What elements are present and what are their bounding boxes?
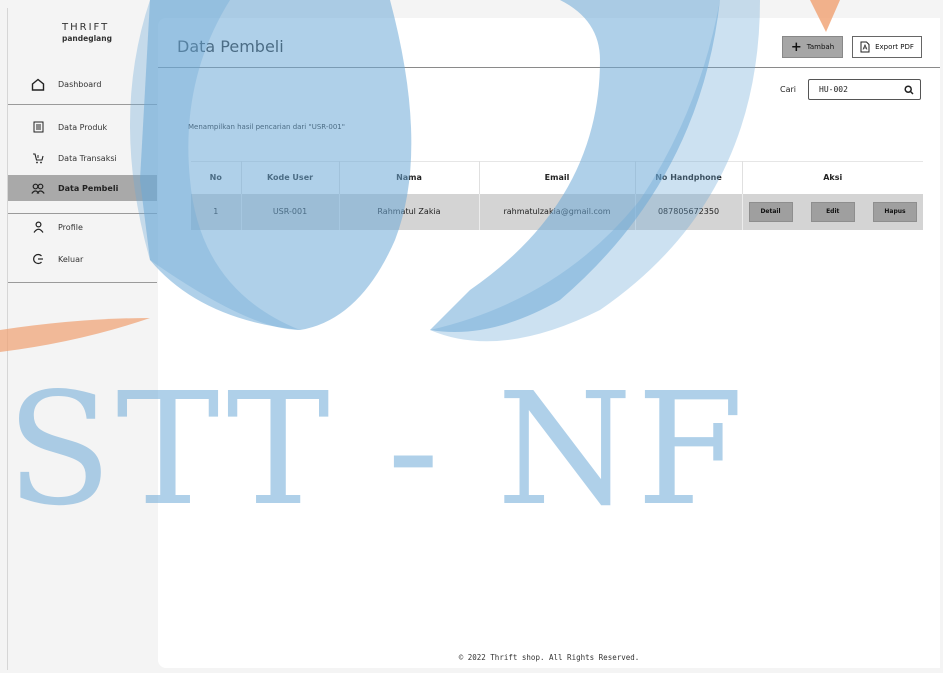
search-box[interactable] bbox=[808, 79, 921, 100]
add-button[interactable]: + Tambah bbox=[782, 36, 843, 58]
column-header: No bbox=[191, 161, 242, 194]
column-header: Email bbox=[479, 161, 636, 194]
search-result-text: Menampilkan hasil pencarian dari "USR-00… bbox=[188, 123, 345, 131]
detail-button[interactable]: Detail bbox=[748, 201, 793, 222]
sidebar-item-profile[interactable]: Profile bbox=[8, 214, 157, 240]
users-icon bbox=[26, 183, 50, 194]
column-header: Kode User bbox=[241, 161, 340, 194]
column-header: Aksi bbox=[742, 161, 923, 194]
cell-email: rahmatulzakia@gmail.com bbox=[479, 193, 636, 230]
table-header-row: No Kode User Nama Email No Handphone Aks… bbox=[191, 161, 923, 194]
home-icon bbox=[26, 78, 50, 91]
pdf-icon bbox=[860, 41, 870, 53]
title-divider bbox=[158, 67, 940, 68]
sidebar-item-data-pembeli[interactable]: Data Pembeli bbox=[8, 175, 157, 201]
main-panel: Data Pembeli + Tambah Export PDF Cari Me… bbox=[158, 18, 940, 668]
column-header: Nama bbox=[339, 161, 480, 194]
brand-name: THRIFT bbox=[62, 22, 110, 33]
sidebar-item-keluar[interactable]: Keluar bbox=[8, 246, 157, 272]
export-pdf-button[interactable]: Export PDF bbox=[852, 36, 922, 58]
sidebar-item-label: Data Produk bbox=[58, 122, 108, 132]
search-input[interactable] bbox=[819, 85, 889, 94]
cell-no: 1 bbox=[191, 193, 242, 230]
user-icon bbox=[26, 221, 50, 233]
cell-aksi: Detail Edit Hapus bbox=[742, 193, 923, 230]
cart-icon bbox=[26, 152, 50, 164]
search-icon[interactable] bbox=[904, 80, 914, 99]
divider bbox=[8, 104, 157, 105]
divider bbox=[8, 282, 157, 283]
buyer-table: No Kode User Nama Email No Handphone Aks… bbox=[191, 161, 923, 230]
sidebar-item-dashboard[interactable]: Dashboard bbox=[8, 71, 157, 97]
export-pdf-label: Export PDF bbox=[875, 43, 914, 51]
sidebar-item-label: Keluar bbox=[58, 254, 84, 264]
add-button-label: Tambah bbox=[806, 43, 835, 51]
plus-icon: + bbox=[790, 39, 802, 55]
sidebar: THRIFT pandeglang Dashboard Data Produk … bbox=[8, 8, 157, 670]
sidebar-item-data-produk[interactable]: Data Produk bbox=[8, 114, 157, 140]
cell-nama: Rahmatul Zakia bbox=[339, 193, 480, 230]
table-row: 1 USR-001 Rahmatul Zakia rahmatulzakia@g… bbox=[191, 193, 923, 230]
footer-copyright: © 2022 Thrift shop. All Rights Reserved. bbox=[458, 653, 640, 662]
sidebar-item-label: Data Transaksi bbox=[58, 153, 117, 163]
logout-icon bbox=[26, 253, 50, 265]
box-icon bbox=[26, 121, 50, 133]
delete-button[interactable]: Hapus bbox=[873, 201, 917, 222]
edit-button[interactable]: Edit bbox=[810, 201, 855, 222]
brand-subtitle: pandeglang bbox=[62, 34, 112, 43]
sidebar-item-label: Dashboard bbox=[58, 79, 102, 89]
cell-no-handphone: 087805672350 bbox=[635, 193, 743, 230]
column-header: No Handphone bbox=[635, 161, 743, 194]
brand-logo: THRIFT pandeglang bbox=[62, 22, 112, 43]
sidebar-item-label: Profile bbox=[58, 222, 83, 232]
sidebar-item-data-transaksi[interactable]: Data Transaksi bbox=[8, 145, 157, 171]
page-title: Data Pembeli bbox=[177, 37, 284, 56]
sidebar-item-label: Data Pembeli bbox=[58, 183, 119, 193]
cell-kode-user: USR-001 bbox=[241, 193, 340, 230]
search-label: Cari bbox=[780, 85, 796, 94]
